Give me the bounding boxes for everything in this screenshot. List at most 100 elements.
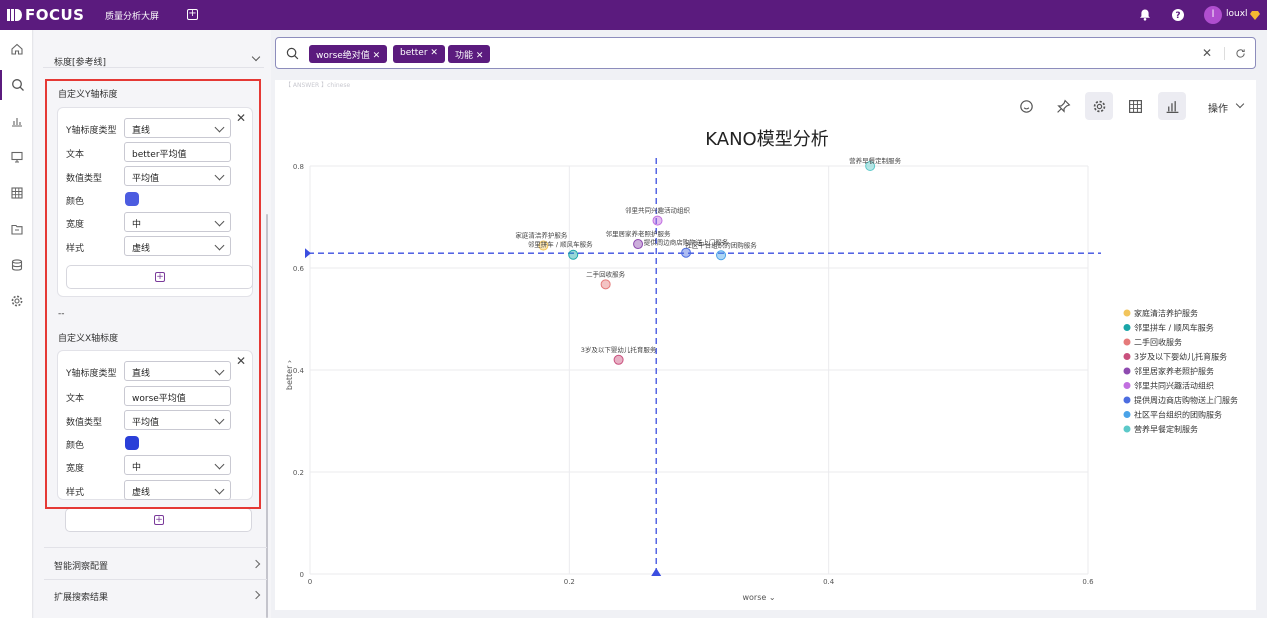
logo-icon (7, 9, 22, 21)
kano-scatter-chart: KANO模型分析 0 0.2 0.4 0.6 0.8 0 0.2 0.4 0.6 worse ⌄ be… (285, 129, 1238, 602)
vip-diamond-icon (1250, 11, 1260, 20)
point-label: 3岁及以下婴幼儿托育服务 (581, 345, 657, 354)
legend-entry: 家庭清洁养护服务 (1134, 308, 1198, 318)
home-icon (10, 43, 23, 55)
chip-label: 功能 (455, 51, 474, 61)
search-chip-worse[interactable]: worse绝对值 ✕ (309, 45, 388, 63)
search-chip-better[interactable]: better ✕ (393, 45, 445, 63)
scatter-point (633, 239, 644, 250)
legend-entry: 3岁及以下婴幼儿托育服务 (1134, 352, 1227, 362)
avatar[interactable]: l (1204, 6, 1222, 24)
gear-icon (1093, 100, 1105, 112)
point-label: 二手回收服务 (586, 269, 626, 278)
clear-search-icon[interactable]: ✕ (1202, 46, 1212, 60)
y-tick-label: 0.4 (293, 367, 305, 375)
accordion-extend-results[interactable]: 扩展搜索结果 (54, 590, 108, 603)
table-view-button[interactable] (1121, 92, 1149, 120)
legend-swatch (1123, 425, 1131, 433)
search-bar[interactable]: worse绝对值 ✕ better ✕ 功能 ✕ ✕ (275, 37, 1256, 69)
refresh-icon[interactable] (1235, 48, 1246, 59)
panel-scrollbar[interactable] (266, 214, 268, 618)
x-axis-label: worse ⌄ (742, 593, 775, 602)
legend-entry: 社区平台组织的团购服务 (1134, 410, 1222, 420)
chart-view-button[interactable] (1158, 92, 1186, 120)
y-tick-label: 0.8 (293, 163, 304, 171)
comment-button[interactable] (1012, 92, 1040, 120)
settings-button[interactable] (1085, 92, 1113, 120)
add-tab-button[interactable]: + (187, 9, 198, 20)
point-label: 邻里居家养老照护服务 (606, 229, 672, 238)
gear-icon (11, 295, 22, 307)
bar-chart-icon (1166, 100, 1178, 113)
legend-swatch (1123, 324, 1131, 331)
left-nav-rail (0, 30, 33, 618)
legend-swatch (1123, 367, 1131, 375)
nav-home[interactable] (0, 34, 33, 64)
nav-folder[interactable] (0, 214, 33, 244)
nav-database[interactable] (0, 250, 33, 280)
pin-icon (1056, 99, 1070, 113)
close-icon[interactable]: ✕ (476, 51, 484, 61)
x-tick-label: 0.2 (564, 578, 575, 586)
scatter-point (600, 279, 611, 290)
y-axis-label: better › (285, 360, 294, 390)
operations-menu[interactable]: 操作 (1208, 100, 1228, 115)
add-x-line-button[interactable]: + (65, 508, 252, 532)
ref-line-row[interactable]: 标度[参考线] (43, 40, 264, 68)
scatter-point (613, 354, 624, 365)
comment-icon (1019, 99, 1033, 113)
legend-entry: 营养早餐定制服务 (1134, 424, 1198, 434)
bar-chart-icon (11, 118, 22, 127)
legend-swatch (1123, 382, 1131, 389)
close-icon[interactable]: ✕ (430, 48, 438, 58)
legend-entry: 邻里居家养老照护服务 (1134, 366, 1214, 376)
logo[interactable]: FOCUS (6, 6, 85, 24)
help-icon[interactable]: ? (1171, 8, 1185, 22)
legend-entry: 二手回收服务 (1134, 337, 1182, 347)
point-label: 邻里共同兴趣活动组织 (625, 206, 691, 215)
app-title-tab[interactable]: 质量分析大屏 (105, 9, 159, 22)
nav-table[interactable] (0, 178, 33, 208)
username[interactable]: louxl (1226, 9, 1248, 19)
divider (44, 579, 267, 580)
x-tick-label: 0 (308, 578, 312, 586)
x-tick-label: 0.6 (1082, 578, 1094, 586)
answer-label: 【 ANSWER 】chinese (285, 82, 351, 89)
legend-swatch (1123, 309, 1131, 317)
scatter-point (652, 215, 663, 226)
pin-button[interactable] (1049, 92, 1077, 120)
table-icon (1128, 99, 1142, 113)
svg-text:?: ? (1175, 11, 1180, 21)
divider (44, 547, 267, 548)
legend-swatch (1123, 338, 1131, 346)
y-tick-label: 0.6 (293, 265, 305, 273)
legend-swatch (1123, 353, 1131, 360)
folder-icon (10, 224, 23, 235)
point-label: 邻里拼车 / 顺风车服务 (528, 240, 593, 249)
chevron-down-icon (251, 52, 261, 62)
table-icon (10, 187, 23, 199)
top-bar: FOCUS 质量分析大屏 + ? l louxl (0, 0, 1267, 30)
nav-charts[interactable] (0, 106, 33, 136)
dashboard-icon (10, 151, 23, 163)
x-mean-marker (651, 568, 662, 576)
search-icon (286, 47, 299, 60)
accordion-insight-config[interactable]: 智能洞察配置 (54, 559, 108, 572)
y-tick-label: 0.2 (293, 469, 304, 477)
search-chip-feature[interactable]: 功能 ✕ (448, 45, 491, 63)
nav-dashboard[interactable] (0, 142, 33, 172)
ops-label: 操作 (1208, 104, 1228, 115)
ref-line-label: 标度[参考线] (54, 58, 107, 68)
nav-search[interactable] (0, 70, 33, 100)
notification-bell-icon[interactable] (1138, 8, 1152, 22)
search-icon (11, 79, 24, 91)
close-icon[interactable]: ✕ (373, 51, 381, 61)
scatter-point (681, 247, 692, 258)
chart-title: KANO模型分析 (705, 129, 828, 150)
highlight-box (45, 79, 261, 509)
legend-swatch (1123, 411, 1131, 418)
legend-swatch (1123, 396, 1131, 404)
nav-settings[interactable] (0, 286, 33, 316)
chip-label: worse绝对值 (316, 51, 370, 61)
divider (1224, 47, 1225, 60)
